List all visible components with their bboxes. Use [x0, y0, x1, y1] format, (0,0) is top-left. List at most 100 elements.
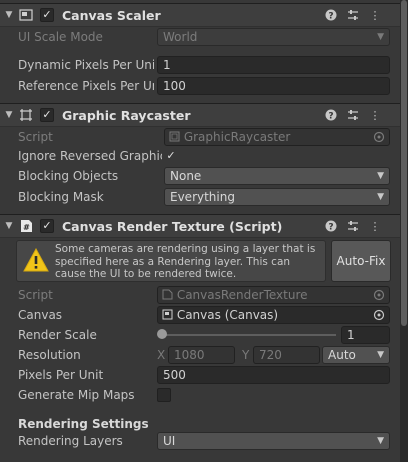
help-icon[interactable]: ?	[324, 8, 338, 22]
svg-text:#: #	[23, 223, 30, 232]
field-label: Blocking Mask	[18, 190, 104, 204]
field-label: Rendering Layers	[18, 434, 123, 448]
script-cs-icon	[169, 131, 180, 142]
component-title: Canvas Scaler	[62, 7, 161, 23]
blocking-mask-row: Blocking Mask Everything ▼	[0, 187, 400, 207]
rendering-settings-heading: Rendering Settings	[18, 417, 149, 431]
scrollbar-thumb[interactable]	[401, 0, 407, 326]
enable-checkbox[interactable]: ✓	[40, 108, 54, 122]
render-scale-input[interactable]: 1	[341, 326, 390, 344]
field-label: Script	[18, 288, 53, 302]
blocking-objects-row: Blocking Objects None ▼	[0, 166, 400, 186]
resolution-x-input[interactable]: 1080	[168, 346, 235, 364]
canvas-scaler-icon	[18, 8, 34, 22]
kebab-menu-icon[interactable]: ⋮	[368, 8, 382, 22]
ignore-reversed-checkbox[interactable]: ✓	[164, 149, 178, 163]
rendering-layers-row: Rendering Layers UI ▼	[0, 431, 400, 451]
render-scale-slider-track[interactable]	[164, 334, 336, 336]
dropdown-value: Auto	[328, 348, 356, 362]
render-scale-row: Render Scale 1	[0, 325, 400, 345]
script-name: GraphicRaycaster	[183, 130, 291, 144]
field-label: Generate Mip Maps	[18, 388, 135, 402]
object-picker-icon[interactable]	[373, 289, 385, 301]
chevron-down-icon: ▼	[377, 192, 384, 202]
resolution-y-input[interactable]: 720	[253, 346, 320, 364]
generate-mipmaps-row: Generate Mip Maps	[0, 385, 400, 405]
enable-checkbox[interactable]: ✓	[40, 219, 54, 233]
foldout-arrow-icon[interactable]: ▼	[2, 110, 16, 120]
generate-mipmaps-checkbox[interactable]	[157, 388, 171, 402]
presets-icon[interactable]	[346, 108, 360, 122]
graphic-raycaster-header[interactable]: ▼ ✓ Graphic Raycaster ? ⋮	[0, 103, 400, 127]
canvas-scaler-header[interactable]: ▼ ✓ Canvas Scaler ? ⋮	[0, 3, 400, 27]
csharp-script-icon: #	[18, 219, 34, 233]
field-label: Canvas	[18, 308, 63, 322]
field-label: Script	[18, 130, 53, 144]
foldout-arrow-icon[interactable]: ▼	[2, 10, 16, 20]
kebab-menu-icon[interactable]: ⋮	[368, 219, 382, 233]
field-label: Pixels Per Unit	[18, 368, 104, 382]
field-label: Resolution	[18, 348, 81, 362]
pixels-per-unit-row: Pixels Per Unit 500	[0, 365, 400, 385]
reference-pixels-row: Reference Pixels Per Unit 100	[0, 76, 400, 96]
reference-pixels-input[interactable]: 100	[157, 77, 390, 95]
script-name: CanvasRenderTexture	[176, 288, 308, 302]
chevron-down-icon: ▼	[377, 171, 384, 181]
enable-checkbox[interactable]: ✓	[40, 8, 54, 22]
help-icon[interactable]: ?	[324, 219, 338, 233]
field-label: Dynamic Pixels Per Unit	[18, 58, 154, 72]
warning-helpbox: Some cameras are rendering using a layer…	[16, 240, 326, 282]
vertical-scrollbar[interactable]	[400, 0, 408, 462]
svg-text:?: ?	[328, 112, 333, 122]
object-picker-icon[interactable]	[373, 131, 385, 143]
chevron-down-icon: ▼	[377, 350, 384, 360]
dynamic-pixels-row: Dynamic Pixels Per Unit 1	[0, 55, 400, 75]
foldout-arrow-icon[interactable]: ▼	[2, 221, 16, 231]
render-texture-script-row: Script CanvasRenderTexture	[0, 285, 400, 305]
script-object-field[interactable]: GraphicRaycaster	[164, 128, 390, 146]
y-label: Y	[242, 348, 250, 362]
dropdown-value: World	[163, 30, 198, 44]
render-scale-slider-thumb[interactable]	[157, 329, 167, 339]
warning-message: Some cameras are rendering using a layer…	[55, 243, 316, 280]
dropdown-value: None	[170, 169, 202, 183]
dropdown-value: UI	[163, 434, 176, 448]
chevron-down-icon: ▼	[377, 32, 384, 42]
blocking-objects-dropdown[interactable]: None ▼	[164, 167, 390, 185]
inspector-panel: ▼ ✓ Canvas Scaler ? ⋮ UI Scale Mode Worl…	[0, 0, 400, 462]
svg-text:?: ?	[328, 12, 333, 22]
resolution-mode-dropdown[interactable]: Auto ▼	[322, 346, 390, 364]
x-label: X	[157, 348, 166, 362]
component-title: Canvas Render Texture (Script)	[62, 218, 283, 234]
field-label: Render Scale	[18, 328, 97, 342]
presets-icon[interactable]	[346, 219, 360, 233]
dynamic-pixels-input[interactable]: 1	[157, 56, 390, 74]
canvas-value: Canvas (Canvas)	[176, 308, 279, 322]
canvas-icon	[162, 309, 173, 320]
kebab-menu-icon[interactable]: ⋮	[368, 108, 382, 122]
chevron-down-icon: ▼	[377, 436, 384, 446]
field-label: Blocking Objects	[18, 169, 119, 183]
canvas-object-field[interactable]: Canvas (Canvas)	[157, 306, 390, 324]
field-label: Ignore Reversed Graphics	[18, 149, 162, 163]
script-cs-icon	[162, 289, 173, 300]
blocking-mask-dropdown[interactable]: Everything ▼	[164, 188, 390, 206]
script-object-field[interactable]: CanvasRenderTexture	[157, 286, 390, 304]
canvas-row: Canvas Canvas (Canvas)	[0, 305, 400, 325]
ui-scale-mode-dropdown[interactable]: World ▼	[157, 28, 390, 46]
canvas-render-texture-header[interactable]: ▼ # ✓ Canvas Render Texture (Script) ? ⋮	[0, 214, 400, 238]
field-label: UI Scale Mode	[18, 30, 103, 44]
field-label: Reference Pixels Per Unit	[18, 79, 154, 93]
warning-icon	[23, 248, 49, 272]
raycaster-script-row: Script GraphicRaycaster	[0, 127, 400, 147]
object-picker-icon[interactable]	[373, 309, 385, 321]
help-icon[interactable]: ?	[324, 108, 338, 122]
auto-fix-button[interactable]: Auto-Fix	[331, 240, 391, 282]
component-title: Graphic Raycaster	[62, 107, 191, 123]
svg-text:?: ?	[328, 223, 333, 233]
rendering-layers-dropdown[interactable]: UI ▼	[157, 432, 390, 450]
presets-icon[interactable]	[346, 8, 360, 22]
graphic-raycaster-icon	[18, 108, 34, 122]
pixels-per-unit-input[interactable]: 500	[157, 366, 390, 384]
ui-scale-mode-row: UI Scale Mode World ▼	[0, 27, 400, 47]
